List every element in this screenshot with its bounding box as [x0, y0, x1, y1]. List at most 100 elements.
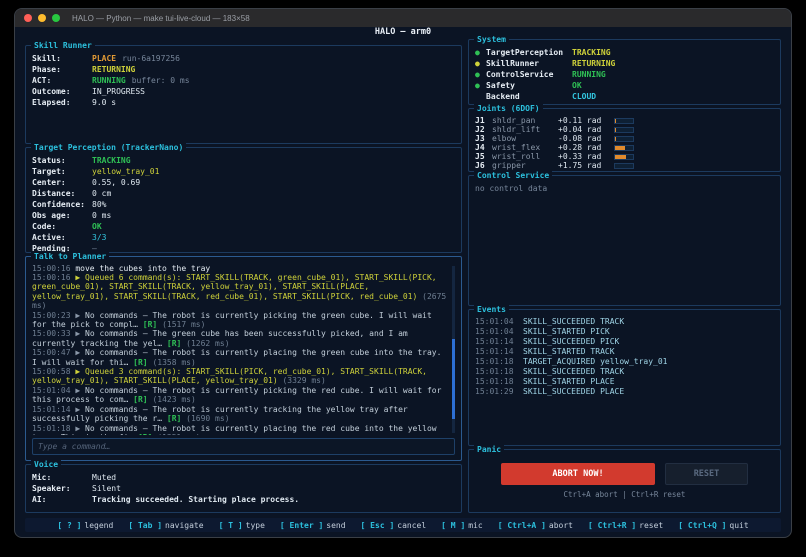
field-value: Tracking succeeded. Starting place proce… [92, 494, 299, 505]
hotkey-hint-navigate: [ Tab ]navigate [128, 521, 203, 530]
system-panel: System ● TargetPerception TRACKING ● Ski… [468, 39, 781, 105]
field-value: OK [92, 221, 102, 232]
event-time: 15:01:04 [475, 327, 523, 337]
close-window-button[interactable] [24, 14, 32, 22]
event-time: 15:01:14 [475, 347, 523, 357]
window-titlebar[interactable]: HALO — Python — make tui-live-cloud — 18… [15, 9, 791, 27]
hotkey: [ Esc ] [361, 521, 395, 530]
field-label: Phase: [32, 64, 92, 75]
mic-row: Mic: Muted [32, 472, 455, 483]
field-label: Distance: [32, 188, 92, 199]
joint-value: +0.28 rad [558, 143, 614, 152]
elapsed-row: Elapsed: 9.0 s [32, 97, 455, 108]
statusbar: [ ? ]legend [ Tab ]navigate [ T ]type [ … [25, 518, 781, 532]
chat-scrollbar-thumb[interactable] [452, 339, 455, 419]
message-tag: [R] [143, 320, 157, 329]
panel-title: Target Perception (TrackerNano) [31, 143, 186, 152]
panel-title: Panic [474, 445, 504, 454]
message-text: Queued 6 command(s): START_SKILL(TRACK, … [32, 273, 437, 301]
panel-title: Joints (6DOF) [474, 104, 543, 113]
zoom-window-button[interactable] [52, 14, 60, 22]
event-text: SKILL_STARTED PLACE [523, 377, 615, 387]
field-label: Code: [32, 221, 92, 232]
hotkey: [ Tab ] [128, 521, 162, 530]
field-label: Target: [32, 166, 92, 177]
joint-name: elbow [492, 134, 558, 143]
system-row: ● SkillRunner RETURNING [475, 58, 774, 69]
joint-row: J2 shldr_lift +0.04 rad [475, 125, 774, 134]
chat-message-reply: 15:00:47 ▶ No commands — The robot is cu… [32, 348, 449, 367]
event-row: 15:01:04SKILL_SUCCEEDED TRACK [475, 317, 774, 327]
skill-runner-panel: Skill Runner Skill: PLACE run-6a197256 P… [25, 45, 462, 144]
hotkey-hint-type: [ T ]type [219, 521, 265, 530]
message-text: No commands — The robot is currently pic… [32, 311, 432, 329]
field-label: Status: [32, 155, 92, 166]
message-prefix-icon: ▶ [75, 367, 80, 376]
event-text: TARGET_ACQUIRED yellow_tray_01 [523, 357, 668, 367]
component-name: Safety [486, 80, 572, 91]
status-dot-icon: ● [475, 47, 486, 58]
panel-title: Voice [31, 460, 61, 469]
event-text: SKILL_SUCCEEDED PICK [523, 337, 619, 347]
message-latency: (1351 ms) [157, 433, 200, 435]
event-text: SKILL_SUCCEEDED PLACE [523, 387, 624, 397]
message-latency: (1517 ms) [162, 320, 205, 329]
field-label: Skill: [32, 53, 92, 64]
status-dot-icon: ● [475, 80, 486, 91]
chat-scrollbar-track[interactable] [452, 266, 455, 433]
joint-value: +0.11 rad [558, 116, 614, 125]
field-value: 0 cm [92, 188, 111, 199]
joint-id: J6 [475, 161, 492, 170]
hotkey-hint-abort: [ Ctrl+A ]abort [498, 521, 573, 530]
joint-gauge [614, 136, 634, 142]
message-tag: [R] [167, 414, 181, 423]
hotkey-hint-cancel: [ Esc ]cancel [361, 521, 427, 530]
hotkey-label: type [246, 521, 265, 530]
joint-id: J1 [475, 116, 492, 125]
reset-button[interactable]: RESET [665, 463, 748, 485]
field-label: Elapsed: [32, 97, 92, 108]
status-dot-icon: ● [475, 58, 486, 69]
message-time: 15:00:16 [32, 264, 71, 273]
joint-name: shldr_pan [492, 116, 558, 125]
chat-log[interactable]: 15:00:16 move the cubes into the tray 15… [32, 264, 455, 435]
component-status: CLOUD [572, 91, 596, 102]
field-value: IN_PROGRESS [92, 86, 145, 97]
message-latency: (1423 ms) [152, 395, 195, 404]
field-label: Center: [32, 177, 92, 188]
chat-message-queued: 15:00:58 ▶ Queued 3 command(s): START_SK… [32, 367, 449, 386]
window-title: HALO — Python — make tui-live-cloud — 18… [72, 14, 250, 23]
terminal-content: HALO — arm0 Skill Runner Skill: PLACE ru… [15, 27, 791, 538]
command-input[interactable] [38, 442, 449, 451]
command-input-box[interactable] [32, 438, 455, 455]
system-row: ● TargetPerception TRACKING [475, 47, 774, 58]
hotkey-hint-legend: [ ? ]legend [57, 521, 113, 530]
panic-hotkey-hint: Ctrl+A abort | Ctrl+R reset [475, 490, 774, 499]
abort-button[interactable]: ABORT NOW! [501, 463, 655, 485]
panic-panel: Panic ABORT NOW! RESET Ctrl+A abort | Ct… [468, 449, 781, 513]
minimize-window-button[interactable] [38, 14, 46, 22]
hotkey-label: navigate [165, 521, 204, 530]
hotkey-label: mic [468, 521, 482, 530]
joint-row: J3 elbow -0.08 rad [475, 134, 774, 143]
joint-gauge [614, 118, 634, 124]
hotkey-label: send [326, 521, 345, 530]
message-tag: [R] [138, 433, 152, 435]
control-service-panel: Control Service no control data [468, 175, 781, 306]
left-column: Skill Runner Skill: PLACE run-6a197256 P… [25, 39, 462, 516]
event-row: 15:01:04SKILL_STARTED PICK [475, 327, 774, 337]
field-label: Active: [32, 232, 92, 243]
message-time: 15:00:58 [32, 367, 71, 376]
system-row: ● Safety OK [475, 80, 774, 91]
field-value: RETURNING [92, 64, 135, 75]
talk-to-planner-panel: Talk to Planner 15:00:16 move the cubes … [25, 256, 462, 461]
event-time: 15:01:14 [475, 337, 523, 347]
hotkey: [ Ctrl+R ] [588, 521, 636, 530]
message-tag: [R] [167, 339, 181, 348]
message-prefix-icon: ▶ [75, 405, 80, 414]
message-prefix-icon: ▶ [75, 386, 80, 395]
hotkey-hint-send: [ Enter ]send [280, 521, 346, 530]
center-row: Center: 0.55, 0.69 [32, 177, 455, 188]
joint-id: J5 [475, 152, 492, 161]
message-latency: (3329 ms) [282, 376, 325, 385]
